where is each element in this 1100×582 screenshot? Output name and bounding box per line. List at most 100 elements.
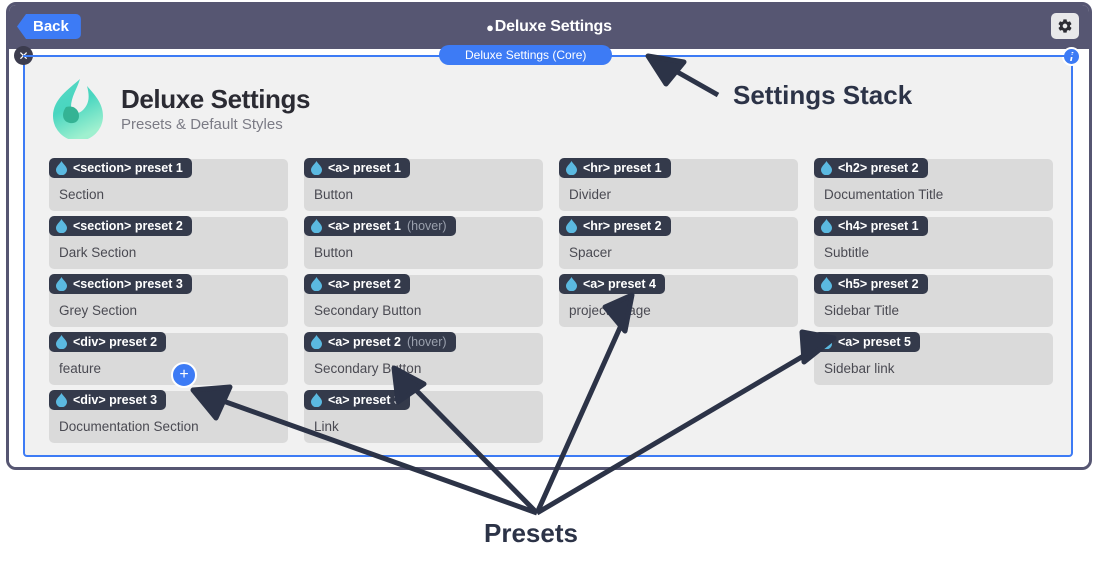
preset-card-tab[interactable]: <hr> preset 2 bbox=[559, 216, 671, 236]
preset-card-state: (hover) bbox=[406, 335, 447, 349]
brand-name: Deluxe Settings bbox=[121, 83, 311, 114]
preset-card[interactable]: <a> preset 1 Button bbox=[304, 158, 543, 211]
preset-card-tab[interactable]: <a> preset 2 (hover) bbox=[304, 332, 456, 352]
droplet-icon bbox=[56, 393, 67, 407]
preset-card-label: <h2> preset 2 bbox=[838, 161, 919, 175]
preset-card[interactable]: <a> preset 2 Secondary Button bbox=[304, 274, 543, 327]
droplet-icon bbox=[821, 219, 832, 233]
brand-text: Deluxe Settings Presets & Default Styles bbox=[121, 84, 310, 133]
preset-card-state: (hover) bbox=[406, 219, 447, 233]
settings-panel: ✕ i Deluxe Settings Presets & Default St… bbox=[14, 46, 1081, 457]
preset-card-label: <a> preset 1 bbox=[328, 161, 401, 175]
preset-card-label: <a> preset 5 bbox=[838, 335, 911, 349]
panel-container: ✕ i Deluxe Settings Presets & Default St… bbox=[9, 45, 1089, 467]
droplet-icon bbox=[821, 161, 832, 175]
droplet-icon bbox=[56, 277, 67, 291]
brand: Deluxe Settings Presets & Default Styles bbox=[49, 77, 310, 139]
preset-card-tab[interactable]: <div> preset 3 bbox=[49, 390, 167, 410]
preset-card-body: Grey Section bbox=[59, 303, 138, 318]
preset-card-tab[interactable]: <section> preset 1 bbox=[49, 158, 192, 178]
preset-card-tab[interactable]: <hr> preset 1 bbox=[559, 158, 671, 178]
preset-card-body: Link bbox=[314, 419, 339, 434]
preset-card-tab[interactable]: <div> preset 2 bbox=[49, 332, 167, 352]
preset-grid: <section> preset 1 Section <section> prese… bbox=[49, 158, 1053, 443]
droplet-icon bbox=[56, 219, 67, 233]
settings-window: Back ● Deluxe Settings ✕ i Deluxe Settin… bbox=[6, 2, 1092, 470]
preset-card[interactable]: <section> preset 3 Grey Section bbox=[49, 274, 288, 327]
preset-card-tab[interactable]: <h5> preset 2 bbox=[814, 274, 928, 294]
page-title-text: Deluxe Settings bbox=[494, 18, 612, 35]
preset-card-tab[interactable]: <section> preset 3 bbox=[49, 274, 192, 294]
annotation-settings-stack: Settings Stack bbox=[733, 80, 912, 111]
droplet-icon bbox=[566, 161, 577, 175]
settings-gear-button[interactable] bbox=[1051, 13, 1079, 39]
preset-card-tab[interactable]: <section> preset 2 bbox=[49, 216, 192, 236]
preset-card-label: <section> preset 3 bbox=[73, 277, 183, 291]
preset-card[interactable]: <a> preset 5 Sidebar link bbox=[814, 332, 1053, 385]
preset-card[interactable]: <a> preset 3 Link bbox=[304, 390, 543, 443]
preset-card-label: <a> preset 4 bbox=[583, 277, 656, 291]
preset-card[interactable]: <div> preset 2 feature bbox=[49, 332, 288, 385]
preset-card-body: Secondary Button bbox=[314, 303, 422, 318]
preset-card[interactable]: <a> preset 2 (hover) Secondary Button bbox=[304, 332, 543, 385]
preset-card-tab[interactable]: <a> preset 4 bbox=[559, 274, 665, 294]
preset-card[interactable]: <h4> preset 1 Subtitle bbox=[814, 216, 1053, 269]
preset-card-body: Button bbox=[314, 245, 354, 260]
preset-card-body: Documentation Title bbox=[824, 187, 944, 202]
preset-card[interactable]: <hr> preset 1 Divider bbox=[559, 158, 798, 211]
preset-column-2: <a> preset 1 Button <a> preset 1 (hover) But… bbox=[304, 158, 543, 443]
preset-card[interactable]: <h5> preset 2 Sidebar Title bbox=[814, 274, 1053, 327]
preset-column-1: <section> preset 1 Section <section> prese… bbox=[49, 158, 288, 443]
droplet-icon bbox=[311, 161, 322, 175]
preset-card[interactable]: <a> preset 1 (hover) Button bbox=[304, 216, 543, 269]
preset-card[interactable]: <h2> preset 2 Documentation Title bbox=[814, 158, 1053, 211]
preset-card-tab[interactable]: <a> preset 3 bbox=[304, 390, 410, 410]
annotation-presets-text: Presets bbox=[484, 518, 578, 548]
preset-card-label: <section> preset 1 bbox=[73, 161, 183, 175]
stack-tab-core[interactable]: Deluxe Settings (Core) bbox=[439, 45, 613, 65]
preset-card-body: Documentation Section bbox=[59, 419, 199, 434]
add-preset-label: + bbox=[179, 366, 189, 383]
title-bullet-icon: ● bbox=[486, 19, 494, 35]
preset-card-tab[interactable]: <a> preset 5 bbox=[814, 332, 920, 352]
annotation-settings-stack-text: Settings Stack bbox=[733, 80, 913, 110]
preset-column-3: <hr> preset 1 Divider <hr> preset 2 Spacer <… bbox=[559, 158, 798, 443]
preset-card-label: <a> preset 1 bbox=[328, 219, 401, 233]
preset-card-body: Spacer bbox=[569, 245, 612, 260]
preset-card-body: feature bbox=[59, 361, 102, 376]
droplet-icon bbox=[821, 277, 832, 291]
droplet-icon bbox=[311, 335, 322, 349]
preset-card-tab[interactable]: <a> preset 2 bbox=[304, 274, 410, 294]
preset-card-tab[interactable]: <h2> preset 2 bbox=[814, 158, 928, 178]
preset-card-body: Secondary Button bbox=[314, 361, 422, 376]
preset-card-label: <div> preset 3 bbox=[73, 393, 158, 407]
preset-card-body: Divider bbox=[569, 187, 612, 202]
preset-card-label: <hr> preset 1 bbox=[583, 161, 662, 175]
preset-card-label: <a> preset 2 bbox=[328, 277, 401, 291]
preset-card[interactable]: <section> preset 1 Section bbox=[49, 158, 288, 211]
preset-card-label: <a> preset 3 bbox=[328, 393, 401, 407]
preset-card-body: Subtitle bbox=[824, 245, 870, 260]
preset-card[interactable]: <a> preset 4 project-image bbox=[559, 274, 798, 327]
preset-card-label: <h5> preset 2 bbox=[838, 277, 919, 291]
preset-card-label: <a> preset 2 bbox=[328, 335, 401, 349]
page-title: ● Deluxe Settings bbox=[9, 5, 1089, 49]
preset-card-body: Sidebar link bbox=[824, 361, 895, 376]
preset-card[interactable]: <hr> preset 2 Spacer bbox=[559, 216, 798, 269]
preset-card[interactable]: <section> preset 2 Dark Section bbox=[49, 216, 288, 269]
preset-card-tab[interactable]: <h4> preset 1 bbox=[814, 216, 928, 236]
preset-card-tab[interactable]: <a> preset 1 bbox=[304, 158, 410, 178]
stack-tab-label: Deluxe Settings (Core) bbox=[465, 48, 587, 62]
preset-card-body: Section bbox=[59, 187, 105, 202]
droplet-icon bbox=[566, 277, 577, 291]
annotation-presets: Presets bbox=[484, 518, 578, 549]
brand-tagline: Presets & Default Styles bbox=[121, 115, 283, 133]
preset-card[interactable]: <div> preset 3 Documentation Section bbox=[49, 390, 288, 443]
preset-card-body: Button bbox=[314, 187, 354, 202]
add-preset-button[interactable]: + bbox=[171, 362, 197, 388]
preset-card-body: Dark Section bbox=[59, 245, 137, 260]
preset-card-tab[interactable]: <a> preset 1 (hover) bbox=[304, 216, 456, 236]
preset-card-label: <h4> preset 1 bbox=[838, 219, 919, 233]
droplet-icon bbox=[311, 393, 322, 407]
droplet-icon bbox=[56, 335, 67, 349]
